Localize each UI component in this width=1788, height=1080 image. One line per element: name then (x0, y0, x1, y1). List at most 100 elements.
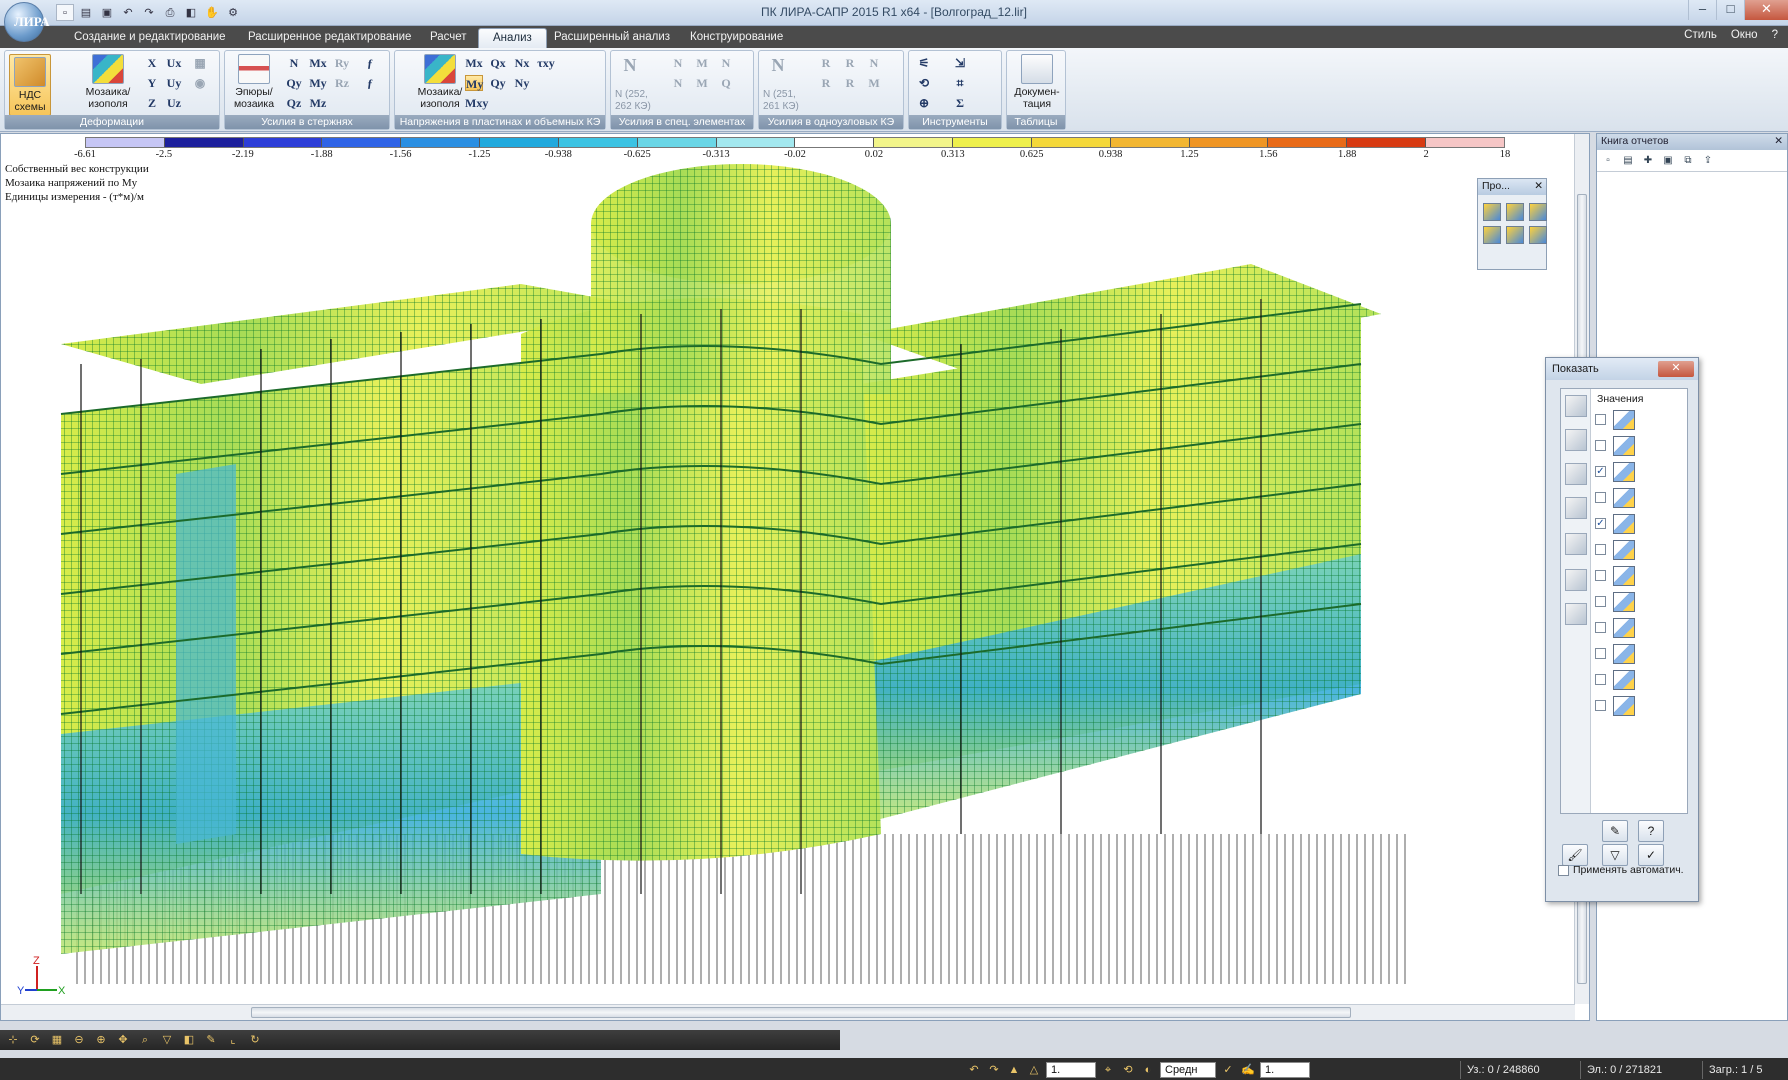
rod-qz-button[interactable]: Qz (285, 95, 303, 111)
model-viewport[interactable]: -6.61 -2.5 -2.19 -1.88 -1.56 -1.25 -0.938 -0.62… (0, 133, 1590, 1021)
values-numbers-icon[interactable] (1613, 410, 1635, 430)
tool-filter-icon[interactable]: ⚟ (915, 55, 933, 71)
rod-n-button[interactable]: N (285, 55, 303, 71)
category-plates-icon[interactable] (1565, 497, 1587, 519)
category-visibility-icon[interactable] (1565, 569, 1587, 591)
report-copy-icon[interactable]: ⧉ (1680, 153, 1696, 168)
spec-sym-2[interactable]: M (693, 55, 711, 71)
select-icon[interactable]: ⊹ (4, 1032, 22, 1048)
category-loads-icon[interactable] (1565, 463, 1587, 485)
show-option-row[interactable] (1595, 487, 1685, 509)
zoom-out-icon[interactable]: ⊖ (70, 1032, 88, 1048)
deform-uy-button[interactable]: Uy (165, 75, 183, 91)
single-sym-6[interactable]: M (865, 75, 883, 91)
show-option-checkbox[interactable] (1595, 622, 1606, 633)
minimize-icon[interactable]: – (1688, 0, 1716, 20)
single-sym-5[interactable]: R (841, 75, 859, 91)
rod-formula2-icon[interactable]: ƒ (361, 75, 379, 91)
deform-z-button[interactable]: Z (143, 95, 161, 111)
show-option-row[interactable] (1595, 435, 1685, 457)
plate-mx-button[interactable]: Mx (465, 55, 483, 71)
orbit-icon[interactable]: ⟲ (1120, 1062, 1136, 1078)
single-sym-4[interactable]: R (817, 75, 835, 91)
show-option-checkbox[interactable]: ✓ (1595, 518, 1606, 529)
redo-view-icon[interactable]: ↷ (986, 1062, 1002, 1078)
mosaic-icon[interactable] (1613, 462, 1635, 482)
show-option-checkbox[interactable] (1595, 492, 1606, 503)
up-icon[interactable]: ▲ (1006, 1062, 1022, 1078)
building-model-render[interactable] (1, 134, 1575, 1006)
show-option-row[interactable] (1595, 539, 1685, 561)
tool-units-icon[interactable]: ⌗ (951, 75, 969, 91)
mesh-icon[interactable] (1613, 514, 1635, 534)
single-sym-1[interactable]: R (817, 55, 835, 71)
show-option-checkbox[interactable] (1595, 674, 1606, 685)
rod-ry-button[interactable]: Ry (333, 55, 351, 71)
pencil-icon[interactable]: ✎ (202, 1032, 220, 1048)
show-option-row[interactable] (1595, 565, 1685, 587)
view-mode-select[interactable]: Средн (1160, 1062, 1216, 1078)
view-top-icon[interactable] (1483, 226, 1501, 244)
help-icon[interactable]: ? (1772, 29, 1778, 41)
spec-sym-3[interactable]: N (717, 55, 735, 71)
documentation-button[interactable]: Докумен- тация (1011, 54, 1063, 110)
rod-mz-button[interactable]: Mz (309, 95, 327, 111)
filter-button[interactable]: ▽ (1602, 844, 1628, 866)
brush-button[interactable]: 🖌 (1562, 844, 1588, 866)
rod-formula-icon[interactable]: ƒ (361, 55, 379, 71)
application-button[interactable]: ЛИРА (4, 2, 49, 42)
tab-advanced-analysis[interactable]: Расширенный анализ (540, 28, 684, 48)
close-icon[interactable]: ✕ (1774, 134, 1783, 149)
show-option-row[interactable] (1595, 409, 1685, 431)
report-export-icon[interactable]: ⇪ (1700, 153, 1716, 168)
report-new-icon[interactable]: ▫ (1600, 153, 1616, 168)
deform-uz-button[interactable]: Uz (165, 95, 183, 111)
show-option-checkbox[interactable] (1595, 440, 1606, 451)
single-sym-3[interactable]: N (865, 55, 883, 71)
view-bottom-icon[interactable] (1506, 226, 1524, 244)
rotate-view-icon[interactable]: ⟳ (26, 1032, 44, 1048)
report-folder-icon[interactable]: ▤ (1620, 153, 1636, 168)
undo-view-icon[interactable]: ↶ (966, 1062, 982, 1078)
filter-view-icon[interactable]: ▽ (158, 1032, 176, 1048)
refresh-icon[interactable]: ↻ (246, 1032, 264, 1048)
plate-qy-button[interactable]: Qy (489, 75, 507, 91)
show-option-row[interactable] (1595, 695, 1685, 717)
style-menu[interactable]: Стиль (1684, 29, 1717, 41)
deform-y-button[interactable]: Y (143, 75, 161, 91)
show-option-row[interactable]: ✓ (1595, 513, 1685, 535)
deform-extra-icon[interactable]: ▦ (191, 55, 209, 71)
precision-icon[interactable] (1613, 566, 1635, 586)
check-icon[interactable]: ✓ (1220, 1062, 1236, 1078)
axis-icon[interactable]: ⌞ (224, 1032, 242, 1048)
help-button[interactable]: ? (1638, 820, 1664, 842)
tab-advanced-edit[interactable]: Расширенное редактирование (234, 28, 425, 48)
show-option-row[interactable] (1595, 643, 1685, 665)
close-icon[interactable]: ✕ (1658, 361, 1694, 377)
window-menu[interactable]: Окно (1731, 29, 1758, 41)
tab-design[interactable]: Конструирование (676, 28, 797, 48)
deform-ux-button[interactable]: Ux (165, 55, 183, 71)
tab-calculation[interactable]: Расчет (416, 28, 481, 48)
show-option-row[interactable] (1595, 617, 1685, 639)
show-option-row[interactable]: ✓ (1595, 461, 1685, 483)
magnify-icon[interactable]: ⌕ (136, 1032, 154, 1048)
tool-search-icon[interactable]: ⊕ (915, 95, 933, 111)
max-value-icon[interactable] (1613, 592, 1635, 612)
view-side-icon[interactable] (1529, 203, 1547, 221)
view-back-icon[interactable] (1506, 203, 1524, 221)
horizontal-scroll-thumb[interactable] (251, 1007, 1351, 1018)
plate-ny-button[interactable]: Ny (513, 75, 531, 91)
zoom-in-icon[interactable]: ⊕ (92, 1032, 110, 1048)
spec-sym-1[interactable]: N (669, 55, 687, 71)
edit-button[interactable]: ✎ (1602, 820, 1628, 842)
view-iso-icon[interactable] (1529, 226, 1547, 244)
show-option-checkbox[interactable] (1595, 570, 1606, 581)
close-icon[interactable]: ✕ (1744, 0, 1788, 20)
reinforcement-ka-icon[interactable] (1613, 670, 1635, 690)
tab-analysis[interactable]: Анализ (478, 28, 547, 48)
show-option-checkbox[interactable] (1595, 700, 1606, 711)
nds-schemes-button[interactable]: НДС схемы (9, 54, 51, 116)
single-n-icon[interactable]: N (769, 56, 787, 74)
show-option-checkbox[interactable]: ✓ (1595, 466, 1606, 477)
